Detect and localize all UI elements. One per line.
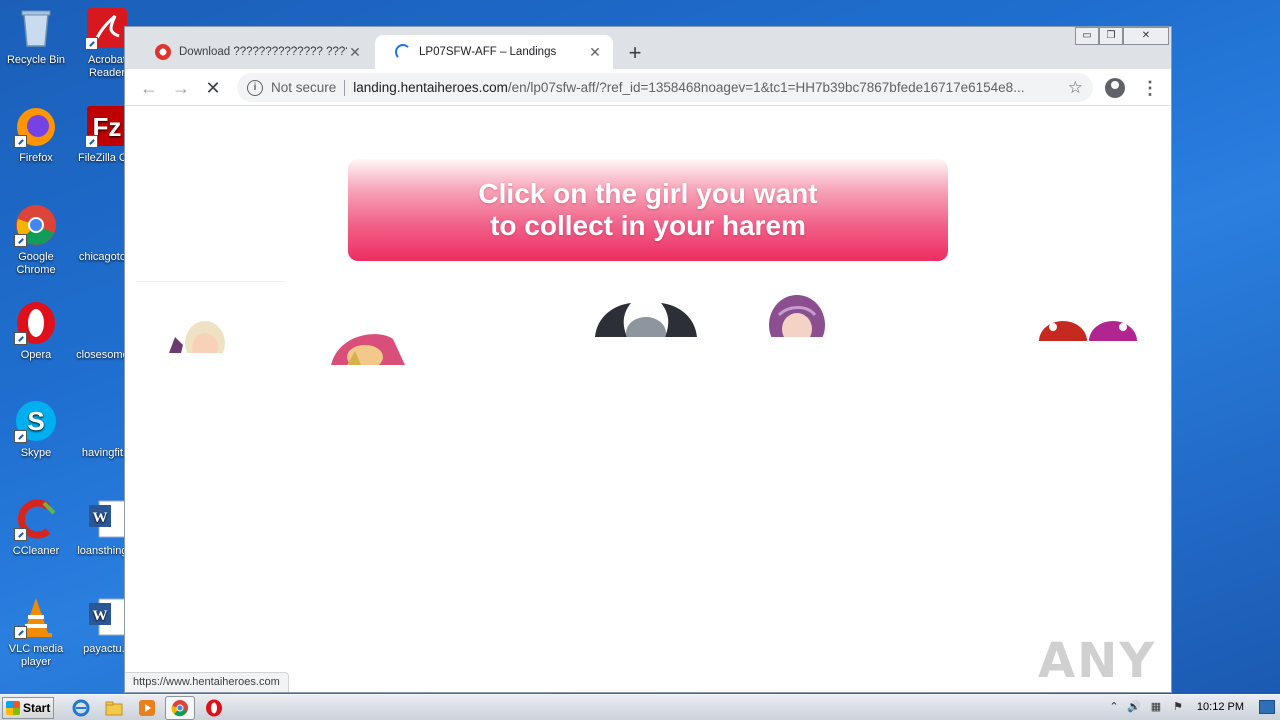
blank-file-icon <box>85 301 129 345</box>
browser-toolbar: ← → ✕ i Not secure landing.hentaiheroes.… <box>125 69 1171 106</box>
system-tray: ⌃ 🔊 ▦ ⚑ 10:12 PM <box>1105 695 1280 720</box>
svg-text:W: W <box>93 608 108 624</box>
back-arrow-icon[interactable]: ← <box>138 77 160 99</box>
close-window-button[interactable]: ✕ <box>1123 27 1169 45</box>
new-tab-button[interactable]: + <box>623 40 647 66</box>
svg-text:S: S <box>27 406 44 436</box>
taskbar-chrome-button[interactable] <box>165 696 195 720</box>
girl-character-2[interactable] <box>321 325 411 365</box>
clock[interactable]: 10:12 PM <box>1197 701 1244 713</box>
girl-character-4[interactable] <box>765 295 829 337</box>
windows-flag-icon <box>6 701 20 715</box>
desktop-icon-label: Firefox <box>19 152 53 164</box>
desktop-icon-skype[interactable]: S Skype <box>1 399 71 460</box>
svg-text:W: W <box>93 510 108 526</box>
address-bar[interactable]: i Not secure landing.hentaiheroes.com /e… <box>237 73 1093 102</box>
start-label: Start <box>23 701 51 715</box>
chrome-icon <box>14 203 58 247</box>
loading-spinner-icon <box>395 44 411 60</box>
tab-close-icon[interactable]: ✕ <box>347 44 363 61</box>
harem-banner: Click on the girl you want to collect in… <box>348 159 948 261</box>
banner-line-2: to collect in your harem <box>490 210 806 241</box>
recycle-bin-icon <box>14 6 58 50</box>
stop-loading-icon[interactable]: ✕ <box>202 77 224 99</box>
girl-character-5[interactable] <box>1037 317 1139 341</box>
start-button[interactable]: Start <box>2 697 54 719</box>
opera-icon <box>14 301 58 345</box>
banner-line-1: Click on the girl you want <box>478 178 818 209</box>
shortcut-arrow-icon <box>14 234 27 247</box>
watermark-text: ANY RUN <box>1038 633 1158 692</box>
desktop-icon-google-chrome[interactable]: Google Chrome <box>1 203 71 277</box>
volume-icon[interactable]: 🔊 <box>1127 700 1141 714</box>
skype-icon: S <box>14 399 58 443</box>
kebab-menu-icon[interactable]: ⋮ <box>1141 77 1159 99</box>
forward-arrow-icon[interactable]: → <box>170 77 192 99</box>
filezilla-icon: Fz <box>85 104 129 148</box>
download-site-favicon-icon <box>155 44 171 60</box>
desktop-icon-firefox[interactable]: Firefox <box>1 104 71 165</box>
bookmark-star-icon[interactable]: ☆ <box>1068 78 1083 98</box>
blank-file-icon <box>85 399 129 443</box>
blank-file-icon <box>85 203 129 247</box>
media-player-icon[interactable] <box>138 699 156 717</box>
tab-close-icon[interactable]: ✕ <box>587 44 603 61</box>
internet-explorer-icon[interactable] <box>72 699 90 717</box>
restore-button[interactable]: ❐ <box>1099 27 1123 45</box>
divider <box>344 79 346 96</box>
vlc-cone-icon <box>14 595 58 639</box>
page-content: Click on the girl you want to collect in… <box>125 107 1171 692</box>
girl-character-1[interactable] <box>169 315 239 353</box>
account-avatar-icon[interactable] <box>1105 78 1125 98</box>
tab-title: LP07SFW-AFF – Landings <box>419 46 557 58</box>
show-hidden-icons-icon[interactable]: ⌃ <box>1107 700 1121 714</box>
desktop-icon-opera[interactable]: Opera <box>1 301 71 362</box>
chrome-window: Download ?????????????? ??????? ??? ✕ LP… <box>124 26 1172 693</box>
action-center-flag-icon[interactable]: ⚑ <box>1171 700 1185 714</box>
show-desktop-icon[interactable] <box>1259 700 1275 714</box>
firefox-icon <box>14 104 58 148</box>
shortcut-arrow-icon <box>14 626 27 639</box>
url-domain: landing.hentaiheroes.com <box>353 80 508 95</box>
shortcut-arrow-icon <box>85 135 98 148</box>
tab-download[interactable]: Download ?????????????? ??????? ??? ✕ <box>135 35 373 69</box>
tab-title: Download ?????????????? ??????? ??? <box>179 46 347 58</box>
shortcut-arrow-icon <box>85 37 98 50</box>
network-icon[interactable]: ▦ <box>1149 700 1163 714</box>
word-document-icon: W <box>85 497 129 541</box>
desktop-icon-label: Google Chrome <box>16 251 56 276</box>
desktop-icon-ccleaner[interactable]: CCleaner <box>1 497 71 558</box>
minimize-button[interactable]: ▭ <box>1075 27 1099 45</box>
desktop-icon-recycle-bin[interactable]: Recycle Bin <box>1 6 71 67</box>
info-icon[interactable]: i <box>247 79 263 96</box>
security-status: Not secure <box>271 80 337 95</box>
acrobat-icon <box>85 6 129 50</box>
url-path: /en/lp07sfw-aff/?ref_id=1358468noagev=1&… <box>507 80 1025 95</box>
shortcut-arrow-icon <box>14 528 27 541</box>
desktop-icon-label: VLC media player <box>8 643 64 668</box>
desktop-icon-vlc[interactable]: VLC media player <box>1 595 71 669</box>
desktop-icon-label: CCleaner <box>12 545 60 557</box>
desktop-icon-label: Recycle Bin <box>6 54 66 66</box>
file-explorer-icon[interactable] <box>105 699 123 717</box>
word-document-icon: W <box>85 595 129 639</box>
shortcut-arrow-icon <box>14 430 27 443</box>
taskbar: Start ⌃ 🔊 ▦ ⚑ 10:12 PM <box>0 694 1280 720</box>
shortcut-arrow-icon <box>14 332 27 345</box>
desktop-icon-label: Opera <box>20 349 52 361</box>
divider <box>137 281 285 282</box>
opera-taskbar-icon[interactable] <box>205 699 223 717</box>
tab-landings[interactable]: LP07SFW-AFF – Landings ✕ <box>375 35 613 69</box>
desktop-icon-label: Skype <box>20 447 52 459</box>
status-bubble: https://www.hentaiheroes.com <box>125 672 289 692</box>
anyrun-watermark: ANY RUN <box>1038 633 1171 692</box>
tab-strip: Download ?????????????? ??????? ??? ✕ LP… <box>125 27 1171 69</box>
ccleaner-icon <box>14 497 58 541</box>
girl-character-3[interactable] <box>591 299 701 337</box>
shortcut-arrow-icon <box>14 135 27 148</box>
